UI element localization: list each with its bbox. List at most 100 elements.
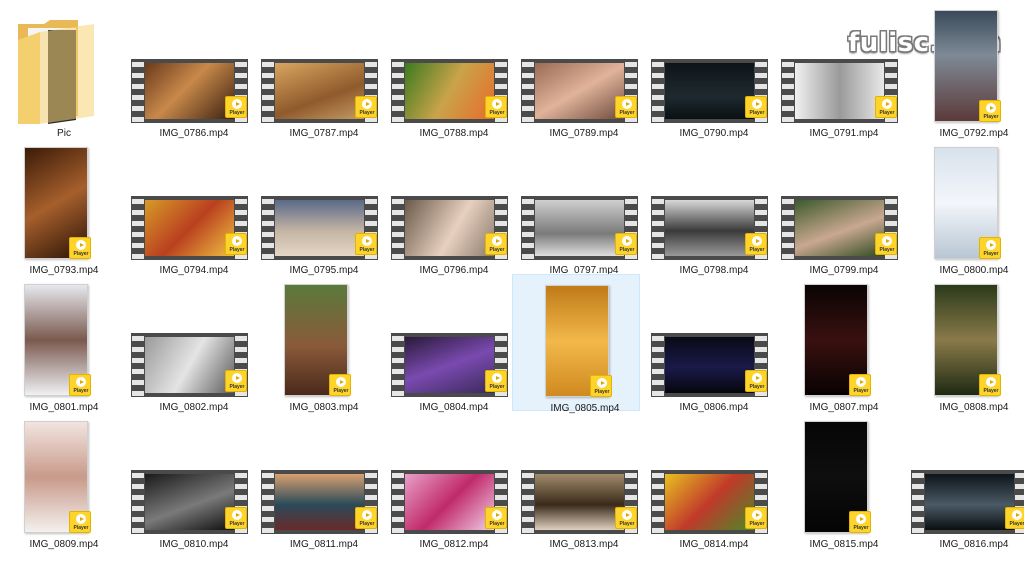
file-label: IMG_0795.mp4 — [289, 265, 359, 276]
file-item[interactable]: Player IMG_0786.mp4 — [130, 6, 258, 143]
player-badge-icon: Player — [615, 233, 637, 255]
file-label: IMG_0792.mp4 — [939, 128, 1009, 139]
player-badge-icon: Player — [69, 237, 91, 259]
player-badge-icon: Player — [745, 507, 767, 529]
player-badge-icon: Player — [615, 96, 637, 118]
film-perforation — [522, 59, 534, 123]
film-perforation — [912, 470, 924, 534]
file-item[interactable]: Player IMG_0814.mp4 — [650, 417, 778, 554]
file-item[interactable]: Player IMG_0794.mp4 — [130, 143, 258, 280]
play-icon — [986, 103, 996, 113]
file-item[interactable]: Player IMG_0812.mp4 — [390, 417, 518, 554]
file-label: IMG_0800.mp4 — [939, 265, 1009, 276]
file-item[interactable]: Player IMG_0799.mp4 — [780, 143, 908, 280]
thumbnail-image — [145, 63, 234, 119]
badge-label: Player — [749, 110, 765, 116]
file-item[interactable]: Player IMG_0815.mp4 — [780, 417, 908, 554]
file-item[interactable]: Player IMG_0791.mp4 — [780, 6, 908, 143]
player-badge-icon: Player — [485, 507, 507, 529]
file-item[interactable]: Player IMG_0798.mp4 — [650, 143, 778, 280]
file-item[interactable]: Player IMG_0807.mp4 — [780, 280, 908, 417]
file-item[interactable]: Player IMG_0808.mp4 — [910, 280, 1024, 417]
file-item[interactable]: Player IMG_0797.mp4 — [520, 143, 648, 280]
film-perforation — [392, 333, 404, 397]
file-label: IMG_0807.mp4 — [809, 402, 879, 413]
film-perforation — [782, 59, 794, 123]
thumbnail-image — [275, 474, 364, 530]
file-item[interactable]: Player IMG_0801.mp4 — [0, 280, 128, 417]
film-perforation — [392, 59, 404, 123]
film-perforation — [132, 59, 144, 123]
player-badge-icon: Player — [745, 370, 767, 392]
file-label: IMG_0788.mp4 — [419, 128, 489, 139]
player-badge-icon: Player — [485, 96, 507, 118]
film-perforation — [392, 470, 404, 534]
file-label: IMG_0789.mp4 — [549, 128, 619, 139]
badge-label: Player — [853, 525, 869, 531]
file-item[interactable]: Player IMG_0813.mp4 — [520, 417, 648, 554]
badge-label: Player — [879, 110, 895, 116]
file-item[interactable]: Player IMG_0810.mp4 — [130, 417, 258, 554]
file-label: IMG_0804.mp4 — [419, 402, 489, 413]
play-icon — [752, 510, 762, 520]
badge-label: Player — [359, 521, 375, 527]
play-icon — [492, 510, 502, 520]
play-icon — [752, 373, 762, 383]
film-perforation — [132, 470, 144, 534]
player-badge-icon: Player — [225, 233, 247, 255]
thumbnail-image — [535, 63, 624, 119]
file-item[interactable]: Player IMG_0795.mp4 — [260, 143, 388, 280]
thumbnail-image — [925, 474, 1014, 530]
file-item[interactable]: Player IMG_0788.mp4 — [390, 6, 518, 143]
file-item[interactable]: Player IMG_0803.mp4 — [260, 280, 388, 417]
badge-label: Player — [594, 389, 610, 395]
play-icon — [362, 510, 372, 520]
file-item[interactable]: Player IMG_0804.mp4 — [390, 280, 518, 417]
player-badge-icon: Player — [745, 96, 767, 118]
file-item[interactable]: Player IMG_0805.mp4 — [512, 274, 640, 414]
play-icon — [1012, 510, 1022, 520]
folder-icon — [18, 20, 94, 124]
file-item[interactable]: Player IMG_0787.mp4 — [260, 6, 388, 143]
file-item[interactable]: Player IMG_0800.mp4 — [910, 143, 1024, 280]
file-item[interactable]: Player IMG_0816.mp4 — [910, 417, 1024, 554]
play-icon — [232, 510, 242, 520]
badge-label: Player — [489, 384, 505, 390]
badge-label: Player — [73, 251, 89, 257]
file-item[interactable]: Player IMG_0809.mp4 — [0, 417, 128, 554]
player-badge-icon: Player — [875, 233, 897, 255]
badge-label: Player — [73, 388, 89, 394]
file-item[interactable]: Player IMG_0789.mp4 — [520, 6, 648, 143]
play-icon — [856, 514, 866, 524]
badge-label: Player — [879, 247, 895, 253]
film-perforation — [132, 196, 144, 260]
file-item[interactable]: Player IMG_0792.mp4 — [910, 6, 1024, 143]
file-item[interactable]: Player IMG_0790.mp4 — [650, 6, 778, 143]
file-item[interactable]: Player IMG_0806.mp4 — [650, 280, 778, 417]
play-icon — [752, 236, 762, 246]
player-badge-icon: Player — [875, 96, 897, 118]
player-badge-icon: Player — [329, 374, 351, 396]
play-icon — [232, 236, 242, 246]
player-badge-icon: Player — [225, 507, 247, 529]
file-label: IMG_0814.mp4 — [679, 539, 749, 550]
file-label: IMG_0810.mp4 — [159, 539, 229, 550]
folder-item-pic[interactable]: Pic — [0, 6, 128, 143]
thumbnail-image — [145, 474, 234, 530]
thumbnail-image — [145, 200, 234, 256]
file-item[interactable]: Player IMG_0811.mp4 — [260, 417, 388, 554]
thumbnail-image — [665, 474, 754, 530]
file-label: IMG_0786.mp4 — [159, 128, 229, 139]
file-item[interactable]: Player IMG_0796.mp4 — [390, 143, 518, 280]
file-label: IMG_0806.mp4 — [679, 402, 749, 413]
file-label: IMG_0790.mp4 — [679, 128, 749, 139]
play-icon — [856, 377, 866, 387]
player-badge-icon: Player — [69, 511, 91, 533]
file-item[interactable]: Player IMG_0802.mp4 — [130, 280, 258, 417]
badge-label: Player — [229, 521, 245, 527]
film-perforation — [262, 196, 274, 260]
file-item[interactable]: Player IMG_0793.mp4 — [0, 143, 128, 280]
player-badge-icon: Player — [69, 374, 91, 396]
thumbnail-image — [665, 200, 754, 256]
player-badge-icon: Player — [849, 374, 871, 396]
